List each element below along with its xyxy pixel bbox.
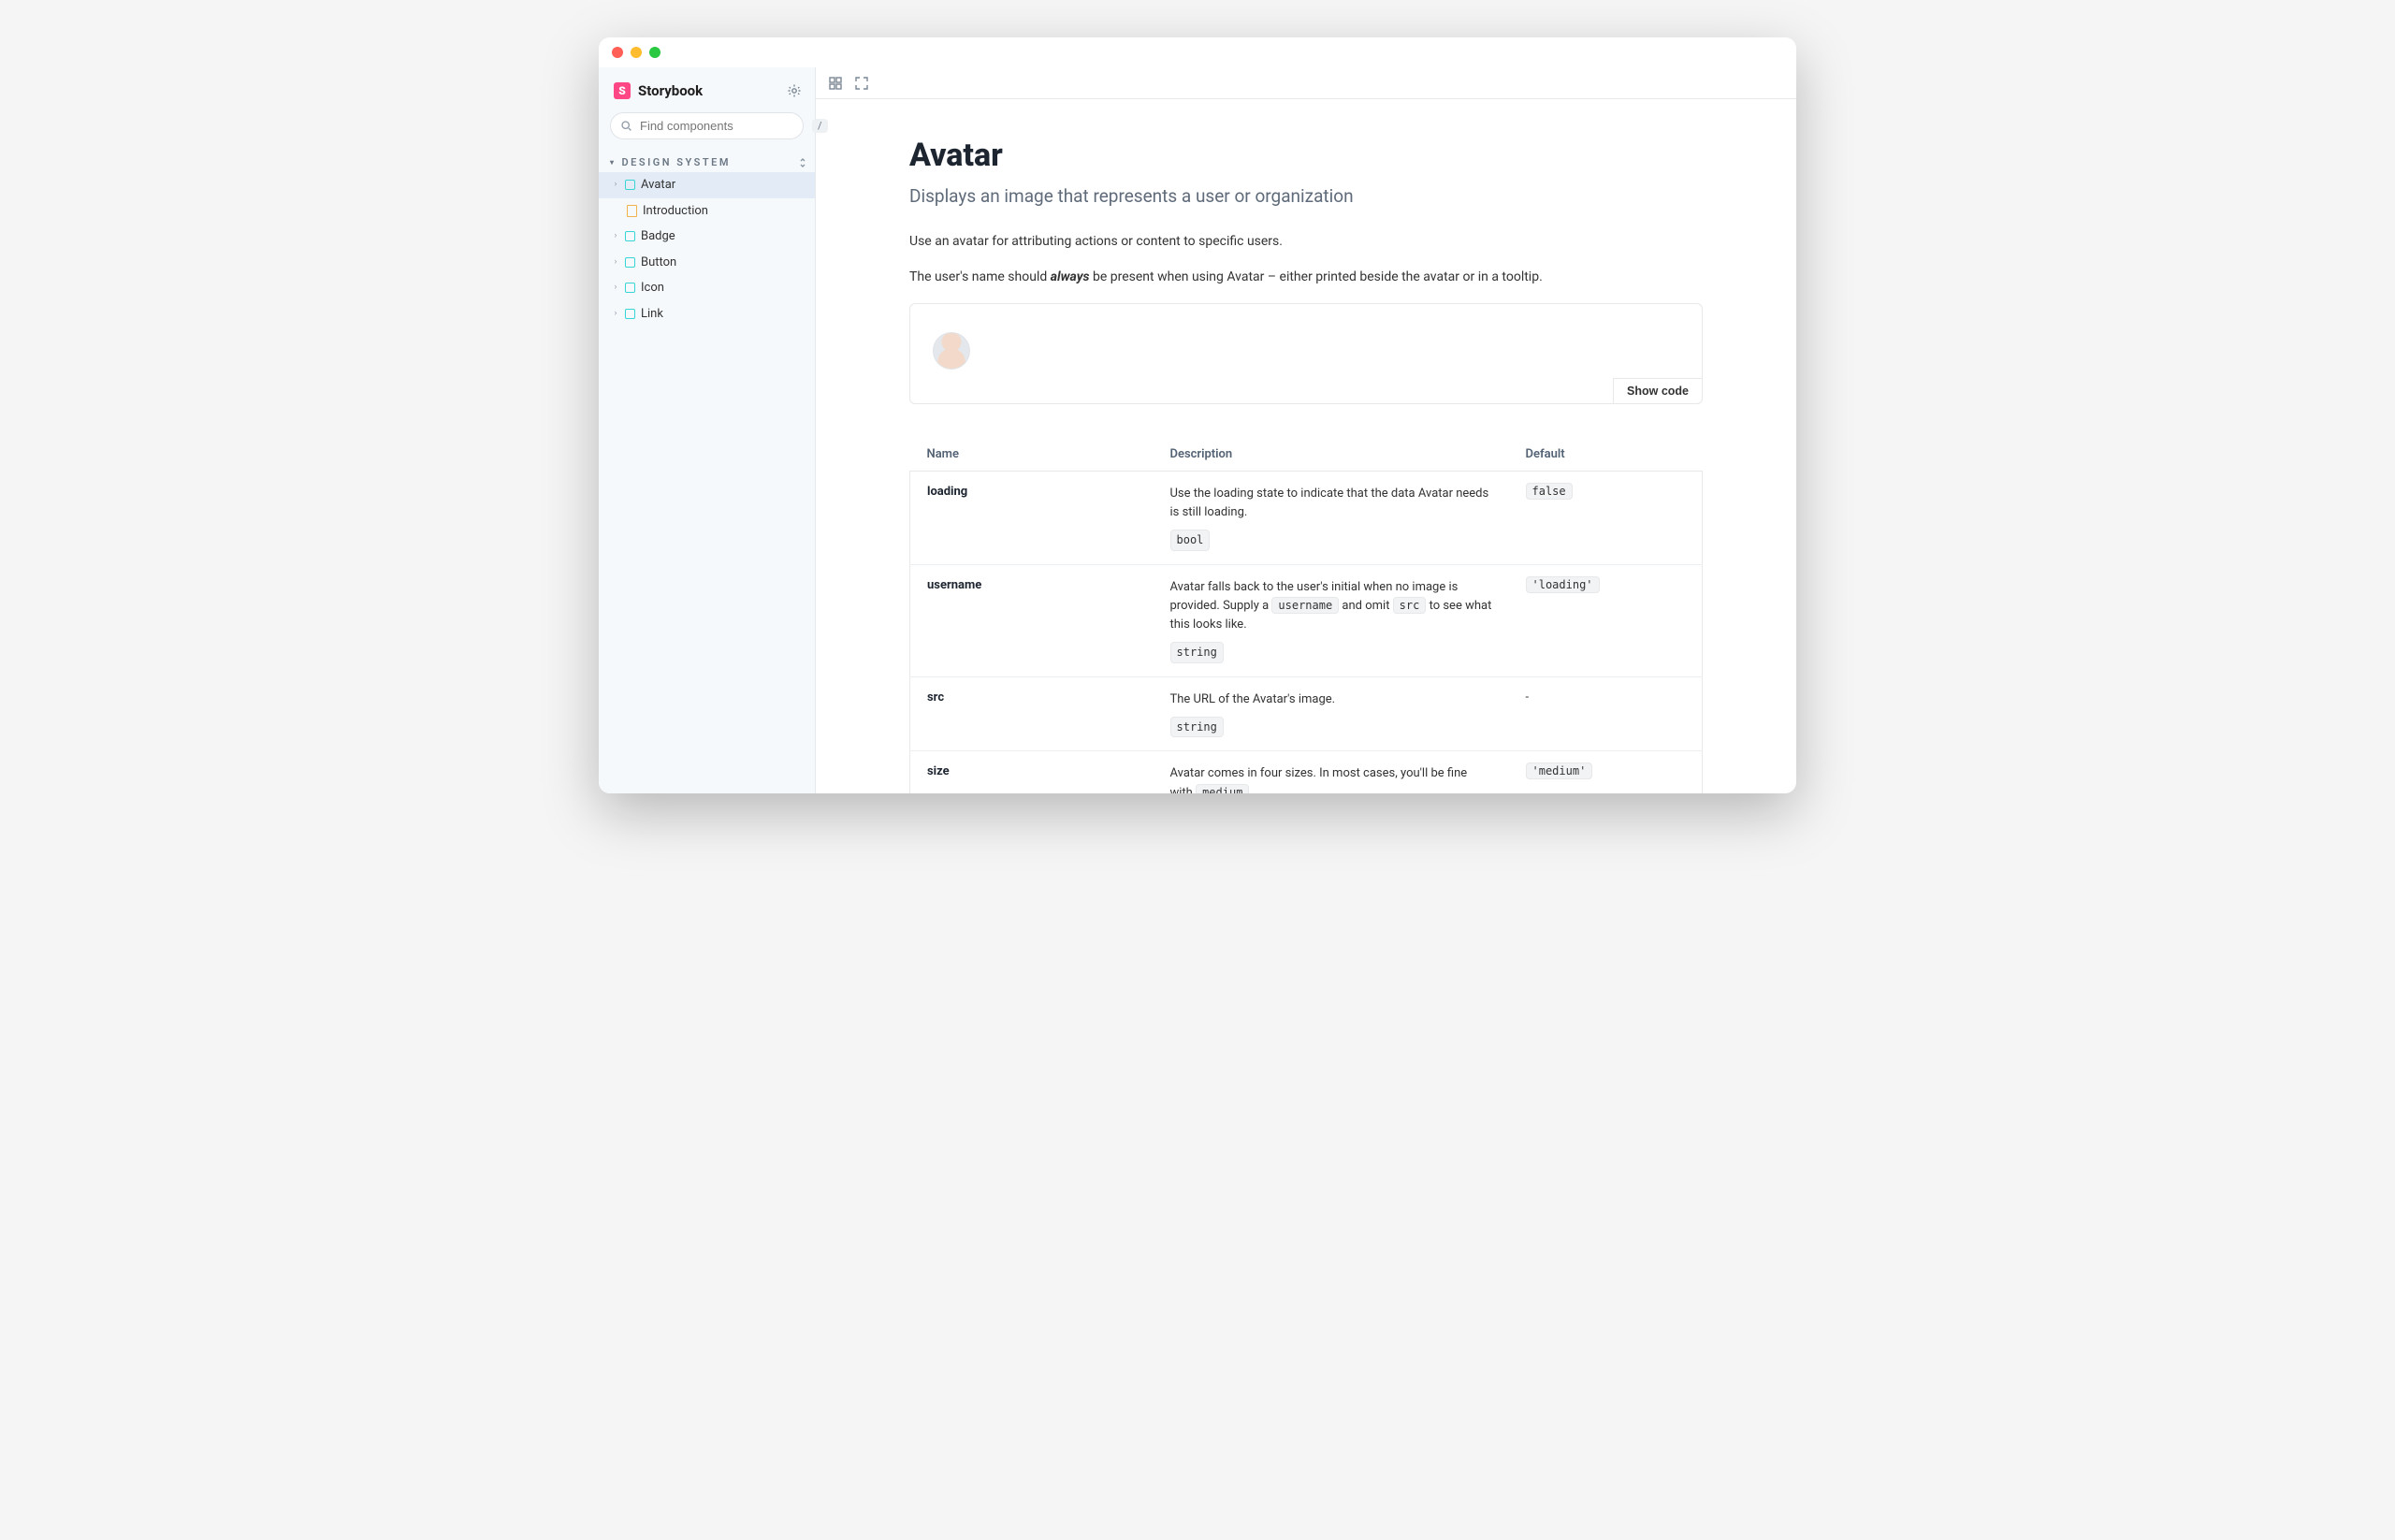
grid-view-icon[interactable] [829,77,842,90]
brand-logo: S [614,82,631,99]
page-title: Avatar [909,137,1703,174]
sidebar-item-badge[interactable]: › Badge [599,224,815,250]
component-icon [625,257,635,268]
sidebar-item-introduction[interactable]: Introduction [599,198,815,225]
story-preview: Show code [909,303,1703,404]
prop-default: false [1509,471,1703,564]
doc-canvas: Avatar Displays an image that represents… [816,99,1796,793]
th-name: Name [910,438,1154,472]
prop-name: loading [910,471,1154,564]
text: The user's name should [909,269,1051,284]
sidebar-item-label: Avatar [641,176,675,195]
doc-paragraph-1: Use an avatar for attributing actions or… [909,231,1703,252]
search-input-wrapper[interactable]: / [610,112,804,139]
app-window: S Storybook / [599,37,1796,793]
sidebar-section-header[interactable]: ▾ DESIGN SYSTEM [599,151,815,170]
sidebar-item-icon[interactable]: › Icon [599,275,815,301]
toolbar [816,67,1796,99]
sidebar-item-label: Icon [641,279,664,298]
chevron-right-icon: › [612,308,619,321]
table-row: loadingUse the loading state to indicate… [910,471,1703,564]
chevron-right-icon: › [612,230,619,243]
text: be present when using Avatar – either pr… [1090,269,1543,284]
chevron-right-icon: › [612,256,619,269]
gear-icon[interactable] [787,83,802,98]
sidebar-header: S Storybook [599,67,815,109]
brand-name: Storybook [638,82,703,99]
sidebar-item-label: Button [641,254,676,272]
th-description: Description [1154,438,1509,472]
inline-code: username [1271,597,1339,614]
prop-name: username [910,564,1154,676]
window-zoom-button[interactable] [649,47,660,58]
fullscreen-icon[interactable] [855,77,868,90]
window-minimize-button[interactable] [631,47,642,58]
table-row: usernameAvatar falls back to the user's … [910,564,1703,676]
sidebar-item-label: Link [641,305,663,324]
component-icon [625,283,635,293]
window-close-button[interactable] [612,47,623,58]
prop-description: The URL of the Avatar's image.string [1154,676,1509,751]
prop-description: Use the loading state to indicate that t… [1154,471,1509,564]
inline-code: medium [1196,784,1249,793]
prop-description: Avatar falls back to the user's initial … [1154,564,1509,676]
sidebar-item-label: Badge [641,227,675,246]
sidebar-item-avatar[interactable]: › Avatar [599,172,815,198]
expand-collapse-icon[interactable] [798,157,807,168]
inline-code: src [1393,597,1427,614]
args-table: Name Description Default loadingUse the … [909,438,1703,793]
chevron-right-icon: › [612,179,619,192]
prop-description: Avatar comes in four sizes. In most case… [1154,751,1509,793]
sidebar-item-link[interactable]: › Link [599,301,815,327]
table-row: srcThe URL of the Avatar's image.string- [910,676,1703,751]
app-body: S Storybook / [599,67,1796,793]
avatar [933,332,970,370]
story-preview-body [910,304,1702,403]
default-value: 'loading' [1526,576,1600,593]
prop-name: src [910,676,1154,751]
main: Avatar Displays an image that represents… [816,67,1796,793]
table-row: sizeAvatar comes in four sizes. In most … [910,751,1703,793]
page-subtitle: Displays an image that represents a user… [909,185,1703,207]
component-icon [625,309,635,319]
sidebar-item-label: Introduction [643,202,708,221]
prop-name: size [910,751,1154,793]
th-default: Default [1509,438,1703,472]
doc-paragraph-2: The user's name should always be present… [909,267,1703,287]
show-code-button[interactable]: Show code [1613,378,1703,404]
sidebar-item-button[interactable]: › Button [599,250,815,276]
prop-default: 'medium' [1509,751,1703,793]
component-icon [625,180,635,190]
default-value: 'medium' [1526,763,1593,779]
type-pill: bool [1170,530,1211,551]
chevron-down-icon: ▾ [610,158,617,167]
window-titlebar [599,37,1796,67]
emphasis: always [1051,269,1090,284]
brand[interactable]: S Storybook [614,82,703,99]
prop-default: 'loading' [1509,564,1703,676]
type-pill: string [1170,642,1224,663]
component-icon [625,231,635,241]
sidebar-section-label: DESIGN SYSTEM [622,156,731,168]
sidebar-tree: › Avatar Introduction › Badge › Button › Icon › Li… [599,172,815,327]
search-input[interactable] [640,119,805,133]
default-value: false [1526,483,1573,500]
search-icon [620,120,632,132]
document-icon [627,205,637,217]
sidebar: S Storybook / [599,67,816,793]
prop-default: - [1509,676,1703,751]
chevron-right-icon: › [612,282,619,295]
type-pill: string [1170,717,1224,738]
